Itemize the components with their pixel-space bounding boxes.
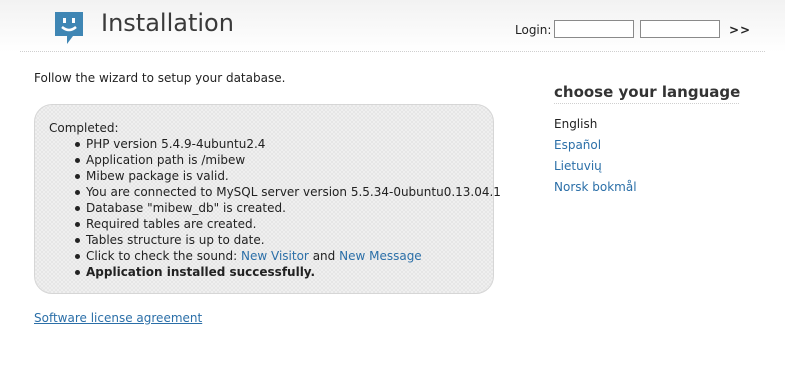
status-item-sound: Click to check the sound: New Visitor an…	[49, 248, 501, 264]
login-submit-button[interactable]: >>	[729, 23, 751, 37]
sound-prefix: Click to check the sound:	[86, 249, 238, 263]
bullet-icon	[75, 190, 80, 195]
language-item-espanol[interactable]: Español	[554, 137, 637, 158]
status-item: PHP version 5.4.9-4ubuntu2.4	[49, 136, 501, 152]
status-item: Application path is /mibew	[49, 152, 501, 168]
sound-and: and	[312, 249, 336, 263]
login-username-field[interactable]	[554, 20, 634, 38]
bullet-icon	[75, 254, 80, 259]
new-visitor-sound-link[interactable]: New Visitor	[241, 249, 309, 263]
page-title: Installation	[101, 9, 234, 37]
bullet-icon	[75, 238, 80, 243]
language-list: English Español Lietuvių Norsk bokmål	[554, 116, 637, 200]
bullet-icon	[75, 174, 80, 179]
intro-text: Follow the wizard to setup your database…	[34, 71, 286, 85]
bullet-icon	[75, 142, 80, 147]
status-item: Mibew package is valid.	[49, 168, 501, 184]
chat-bubble-smile-icon	[55, 12, 83, 44]
bullet-icon	[75, 206, 80, 211]
license-agreement-link[interactable]: Software license agreement	[34, 311, 202, 325]
status-title: Completed:	[49, 121, 119, 135]
login-label: Login:	[515, 23, 552, 37]
language-item-english: English	[554, 117, 598, 131]
status-item: Required tables are created.	[49, 216, 501, 232]
status-item: Database "mibew_db" is created.	[49, 200, 501, 216]
status-panel: Completed: PHP version 5.4.9-4ubuntu2.4 …	[34, 104, 501, 294]
status-item: You are connected to MySQL server versio…	[49, 184, 501, 200]
bullet-icon	[75, 158, 80, 163]
language-divider	[554, 103, 739, 104]
header-divider	[20, 51, 765, 52]
status-item-success: Application installed successfully.	[49, 264, 501, 280]
status-item: Tables structure is up to date.	[49, 232, 501, 248]
new-message-sound-link[interactable]: New Message	[339, 249, 422, 263]
language-item-lietuviu[interactable]: Lietuvių	[554, 158, 637, 179]
language-section-title: choose your language	[554, 83, 741, 101]
language-item-norsk[interactable]: Norsk bokmål	[554, 179, 637, 200]
bullet-icon	[75, 222, 80, 227]
status-list: PHP version 5.4.9-4ubuntu2.4 Application…	[49, 136, 501, 280]
login-password-field[interactable]	[640, 20, 720, 38]
bullet-icon	[75, 270, 80, 275]
